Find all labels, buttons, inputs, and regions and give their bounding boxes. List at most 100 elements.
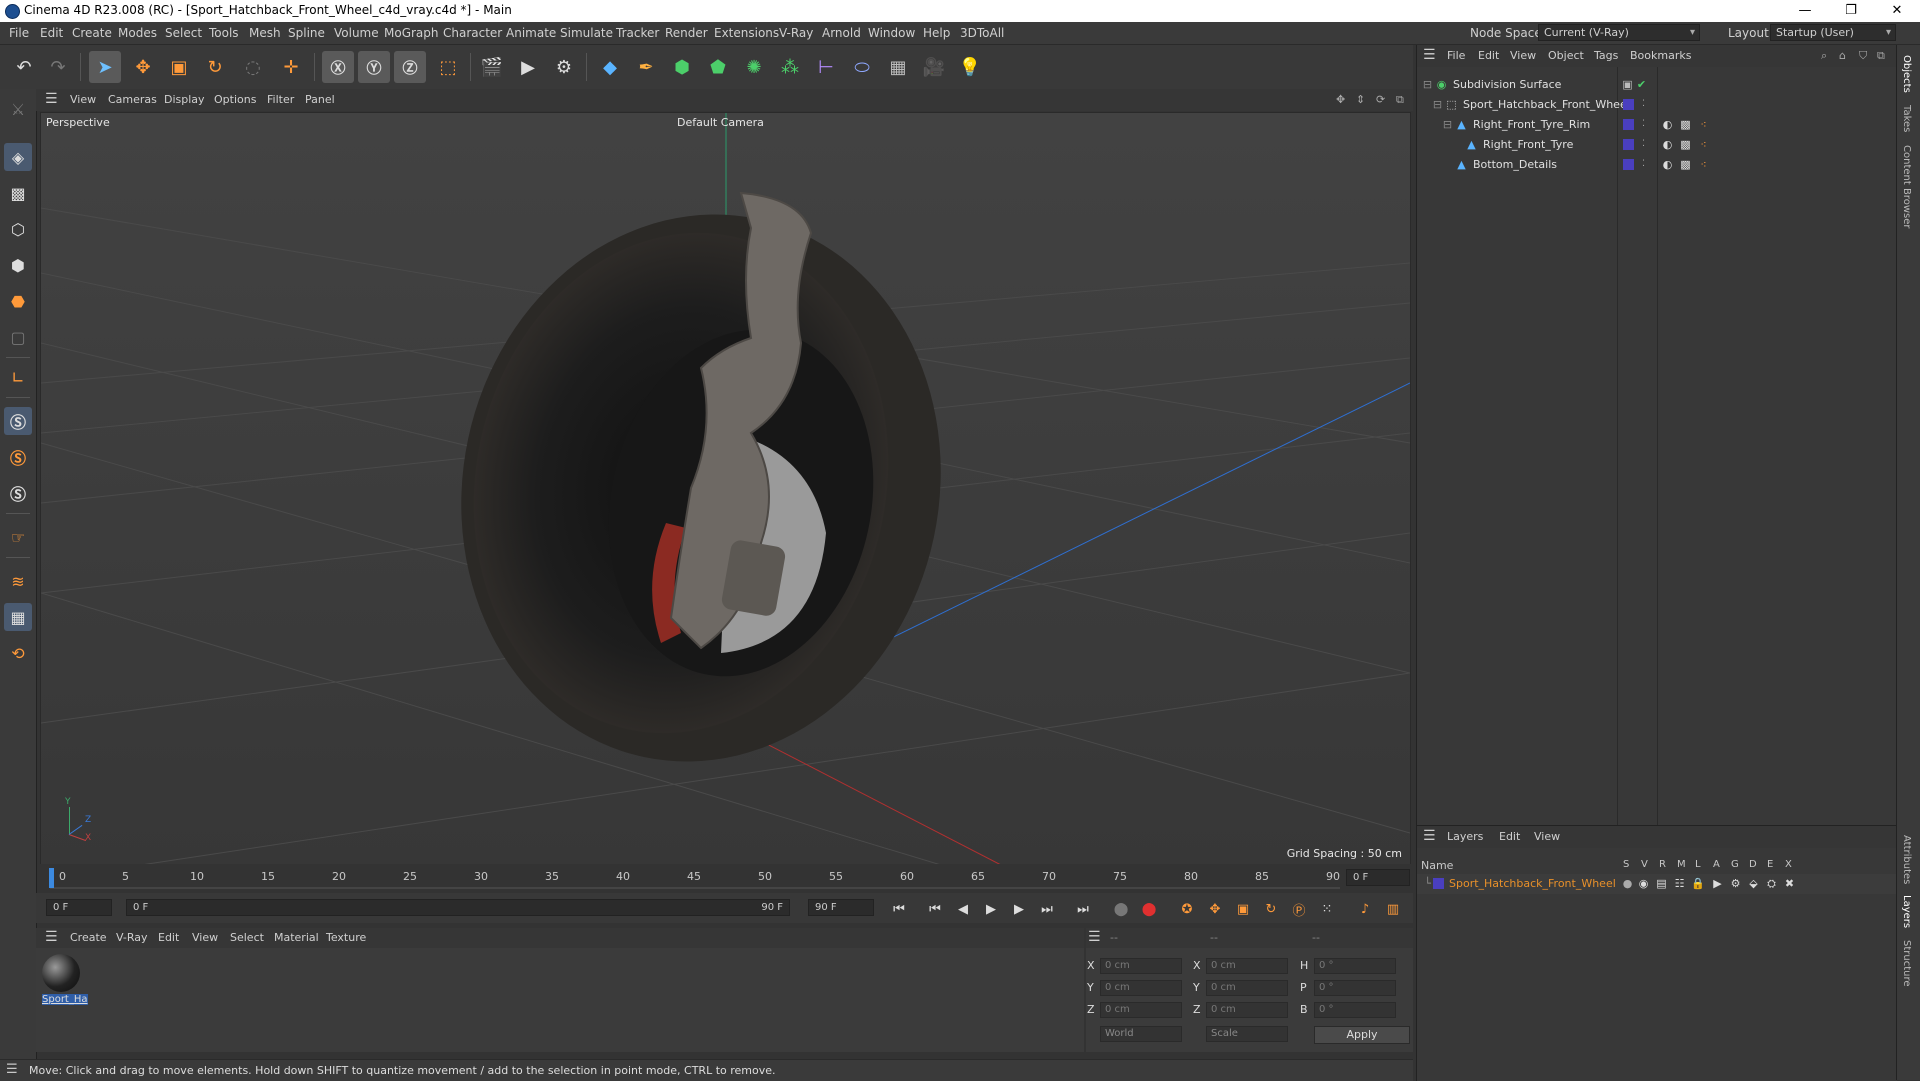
previous-frame-icon[interactable]: ◀ xyxy=(952,899,974,919)
menu-simulate[interactable]: Simulate xyxy=(560,26,613,40)
layer-menu-view[interactable]: View xyxy=(1534,830,1560,843)
col-animation[interactable]: A xyxy=(1713,859,1720,870)
cube-icon[interactable]: ◆ xyxy=(594,51,626,83)
layer-color-swatch[interactable] xyxy=(1623,159,1634,170)
menu-volume[interactable]: Volume xyxy=(334,26,379,40)
polygons-mode-icon[interactable]: ⬣ xyxy=(4,287,32,315)
object-filter-icon[interactable]: ⛉ xyxy=(1859,49,1867,63)
enabled-check-icon[interactable]: ✔ xyxy=(1635,78,1648,91)
start-frame-field[interactable]: 0 F xyxy=(46,899,112,916)
object-home-icon[interactable]: ⌂ xyxy=(1839,49,1846,62)
size-mode-dropdown[interactable]: Scale xyxy=(1206,1026,1288,1042)
go-to-start-icon[interactable]: ⏮ xyxy=(888,899,910,919)
col-manager[interactable]: M xyxy=(1677,859,1686,870)
select-arrow-icon[interactable]: ➤ xyxy=(89,51,121,83)
menu-character[interactable]: Character xyxy=(443,26,502,40)
material-tag-icon[interactable]: ◐ xyxy=(1661,158,1674,171)
layout-dropdown[interactable]: Startup (User) xyxy=(1770,24,1896,41)
viewport-menu-options[interactable]: Options xyxy=(214,93,256,106)
minimize-button[interactable]: — xyxy=(1782,0,1828,22)
texture-mode-icon[interactable]: ▩ xyxy=(4,179,32,207)
object-row-bottom-details[interactable]: ▲ Bottom_Details ⁚ ◐ ▩ ⁖ xyxy=(1417,155,1897,175)
camera-icon[interactable]: 🎥 xyxy=(918,51,950,83)
menu-animate[interactable]: Animate xyxy=(506,26,556,40)
mograph-icon[interactable]: ⁂ xyxy=(774,51,806,83)
animation-play-icon[interactable]: ▶ xyxy=(1711,877,1724,890)
object-menu-tags[interactable]: Tags xyxy=(1594,49,1618,62)
next-key-icon[interactable]: ⏭ xyxy=(1036,899,1058,919)
locked-workplane-icon[interactable]: ⟲ xyxy=(4,639,32,667)
render-view-icon[interactable]: ▶ xyxy=(512,51,544,83)
maximize-button[interactable]: ❐ xyxy=(1828,0,1874,22)
viewport-rotate-icon[interactable]: ⟳ xyxy=(1376,93,1385,106)
material-tag-icon[interactable]: ◐ xyxy=(1661,118,1674,131)
key-scale-icon[interactable]: ▣ xyxy=(1232,899,1254,919)
keyframe-selection-icon[interactable]: ✪ xyxy=(1176,899,1198,919)
visibility-dots-icon[interactable]: ⁚ xyxy=(1637,98,1650,111)
menu-modes[interactable]: Modes xyxy=(118,26,157,40)
tab-attributes[interactable]: Attributes xyxy=(1901,835,1912,884)
make-editable-icon[interactable]: ⚔ xyxy=(4,95,32,123)
viewport-hamburger-icon[interactable]: ☰ xyxy=(45,91,58,107)
menu-spline[interactable]: Spline xyxy=(288,26,325,40)
collapse-icon[interactable]: ⊟ xyxy=(1421,78,1434,91)
key-parameter-icon[interactable]: Ⓟ xyxy=(1288,899,1310,919)
viewport-camera-label[interactable]: Default Camera xyxy=(677,116,764,129)
visibility-dots-icon[interactable]: ⁚ xyxy=(1637,158,1650,171)
floor-icon[interactable]: ▦ xyxy=(882,51,914,83)
coord-rot-h-field[interactable]: 0 ° xyxy=(1314,958,1396,974)
object-menu-bookmarks[interactable]: Bookmarks xyxy=(1630,49,1691,62)
play-icon[interactable]: ▶ xyxy=(980,899,1002,919)
subdivision-icon[interactable]: ⬢ xyxy=(666,51,698,83)
edges-mode-icon[interactable]: ⬢ xyxy=(4,251,32,279)
extrude-icon[interactable]: ⬟ xyxy=(702,51,734,83)
end-frame-field[interactable]: 90 F xyxy=(808,899,874,916)
deformer-icon[interactable]: ⊢ xyxy=(810,51,842,83)
visibility-dots-icon[interactable]: ⁚ xyxy=(1637,138,1650,151)
move-icon[interactable]: ✥ xyxy=(127,51,159,83)
deformer-icon[interactable]: ⬙ xyxy=(1747,877,1760,890)
render-region-icon[interactable]: 🎬 xyxy=(476,51,508,83)
frame-range-slider[interactable]: 0 F 90 F xyxy=(126,899,790,916)
edit-toggle-icon[interactable]: ▣ xyxy=(1621,78,1634,91)
viewport-menu-display[interactable]: Display xyxy=(164,93,205,106)
transform-icon[interactable]: ✛ xyxy=(275,51,307,83)
coord-pos-x-field[interactable]: 0 cm xyxy=(1100,958,1182,974)
record-keys-icon[interactable]: ⬤ xyxy=(1110,899,1132,919)
material-menu-select[interactable]: Select xyxy=(230,931,264,944)
uv-mode-icon[interactable]: ▢ xyxy=(4,323,32,351)
solo-icon[interactable]: ● xyxy=(1621,877,1634,890)
texture-tag-icon[interactable]: ▩ xyxy=(1679,138,1692,151)
current-frame-field[interactable]: 0 F xyxy=(1346,869,1410,886)
vray-tag-icon[interactable]: ⁖ xyxy=(1697,118,1710,131)
col-render[interactable]: R xyxy=(1659,859,1666,870)
grid-workplane-icon[interactable]: ▦ xyxy=(4,603,32,631)
apply-button[interactable]: Apply xyxy=(1314,1026,1410,1044)
material-tag-icon[interactable]: ◐ xyxy=(1661,138,1674,151)
tab-takes[interactable]: Takes xyxy=(1901,105,1912,132)
menu-arnold[interactable]: Arnold xyxy=(822,26,861,40)
coord-pos-y-field[interactable]: 0 cm xyxy=(1100,980,1182,996)
menu-create[interactable]: Create xyxy=(72,26,112,40)
col-xref[interactable]: X xyxy=(1785,859,1792,870)
layer-menu-edit[interactable]: Edit xyxy=(1499,830,1520,843)
object-row-right-front-tyre-rim[interactable]: ⊟ ▲ Right_Front_Tyre_Rim ⁚ ◐ ▩ ⁖ xyxy=(1417,115,1897,135)
xref-icon[interactable]: ✖ xyxy=(1783,877,1796,890)
material-menu-texture[interactable]: Texture xyxy=(326,931,366,944)
tab-objects[interactable]: Objects xyxy=(1901,55,1912,93)
material-menu-create[interactable]: Create xyxy=(70,931,107,944)
coord-size-x-field[interactable]: 0 cm xyxy=(1206,958,1288,974)
expression-icon[interactable]: ⛭ xyxy=(1765,877,1778,890)
next-frame-icon[interactable]: ▶ xyxy=(1008,899,1030,919)
menu-render[interactable]: Render xyxy=(665,26,708,40)
status-hamburger-icon[interactable]: ☰ xyxy=(6,1062,18,1077)
material-menu-edit[interactable]: Edit xyxy=(158,931,179,944)
material-menu-vray[interactable]: V-Ray xyxy=(116,931,148,944)
col-solo[interactable]: S xyxy=(1623,859,1629,870)
coordinate-space-dropdown[interactable]: World xyxy=(1100,1026,1182,1042)
menu-window[interactable]: Window xyxy=(868,26,915,40)
object-menu-object[interactable]: Object xyxy=(1548,49,1584,62)
generator-icon[interactable]: ⚙ xyxy=(1729,877,1742,890)
col-locked[interactable]: L xyxy=(1695,859,1701,870)
layer-color-swatch[interactable] xyxy=(1623,139,1634,150)
